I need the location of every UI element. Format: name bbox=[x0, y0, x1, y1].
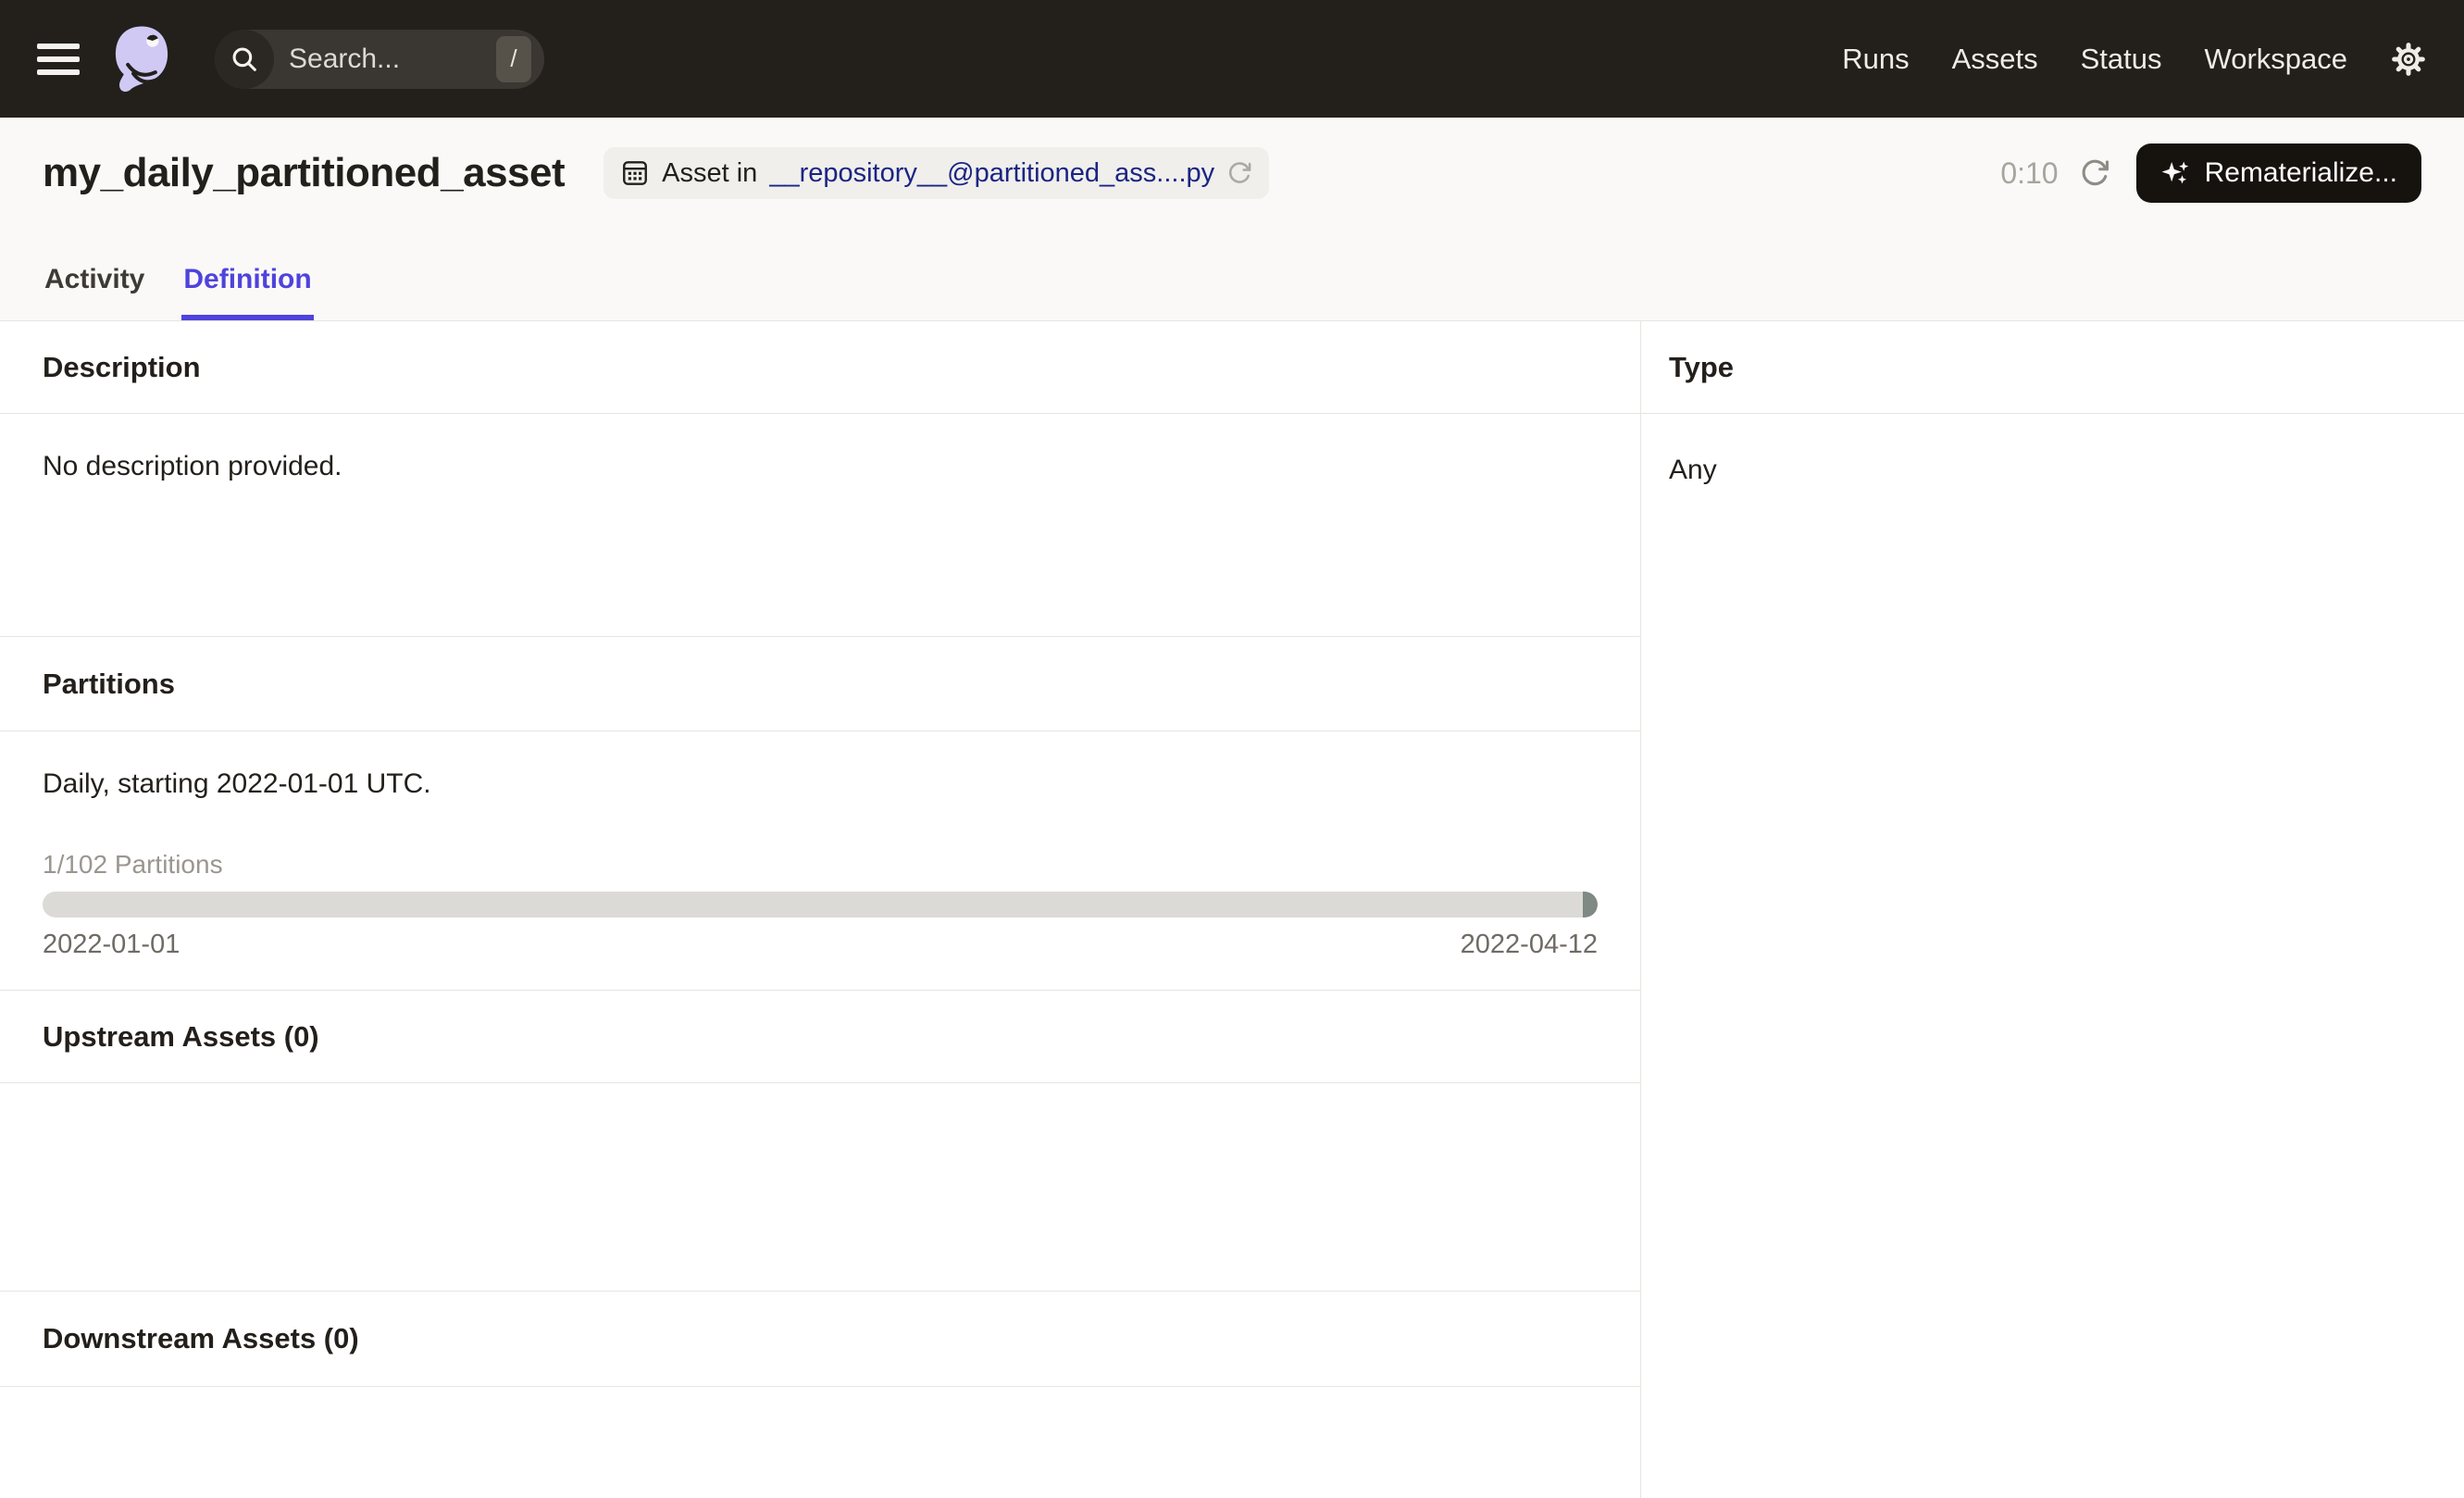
type-column: Type Any bbox=[1641, 321, 2464, 1498]
main-column: Description No description provided. Par… bbox=[0, 321, 1641, 1498]
rematerialize-label: Rematerialize... bbox=[2205, 157, 2397, 189]
repo-grid-icon bbox=[620, 158, 650, 188]
partitions-count-label: 1/102 Partitions bbox=[43, 850, 1598, 880]
tab-definition[interactable]: Definition bbox=[181, 263, 313, 320]
top-nav: / Runs Assets Status Workspace bbox=[0, 0, 2464, 118]
asset-badge-prefix: Asset in bbox=[662, 158, 757, 189]
reload-location-icon[interactable] bbox=[1226, 160, 1252, 186]
partitions-summary: Daily, starting 2022-01-01 UTC. bbox=[43, 731, 1598, 800]
sparkles-icon bbox=[2160, 157, 2192, 189]
type-heading: Type bbox=[1641, 321, 2464, 414]
search-icon bbox=[215, 30, 274, 89]
downstream-assets-heading: Downstream Assets (0) bbox=[0, 1292, 1640, 1387]
tab-activity[interactable]: Activity bbox=[43, 263, 146, 320]
rematerialize-button[interactable]: Rematerialize... bbox=[2136, 144, 2421, 203]
asset-location-badge: Asset in __repository__@partitioned_ass.… bbox=[604, 147, 1269, 199]
top-nav-links: Runs Assets Status Workspace bbox=[1842, 43, 2347, 76]
code-location-link[interactable]: __repository__@partitioned_ass....py bbox=[769, 158, 1214, 189]
type-value: Any bbox=[1641, 414, 2464, 527]
partition-health-bar bbox=[43, 892, 1598, 918]
description-heading: Description bbox=[0, 321, 1640, 414]
nav-link-status[interactable]: Status bbox=[2081, 43, 2162, 76]
partitions-heading: Partitions bbox=[0, 637, 1640, 731]
search-shortcut-key: / bbox=[496, 36, 531, 82]
upstream-assets-empty bbox=[0, 1083, 1640, 1292]
page-title: my_daily_partitioned_asset bbox=[43, 150, 565, 196]
dagster-logo-icon bbox=[107, 22, 176, 96]
refresh-countdown: 0:10 bbox=[2000, 156, 2058, 191]
partition-end-date: 2022-04-12 bbox=[1461, 930, 1598, 960]
tab-bar: Activity Definition bbox=[0, 263, 2464, 320]
nav-link-workspace[interactable]: Workspace bbox=[2205, 43, 2348, 76]
asset-page-header: my_daily_partitioned_asset Asset in __re… bbox=[0, 118, 2464, 321]
partitions-section: Daily, starting 2022-01-01 UTC. 1/102 Pa… bbox=[0, 731, 1640, 991]
partition-start-date: 2022-01-01 bbox=[43, 930, 180, 960]
hamburger-menu-icon[interactable] bbox=[37, 44, 80, 75]
nav-link-assets[interactable]: Assets bbox=[1952, 43, 2038, 76]
refresh-icon[interactable] bbox=[2079, 157, 2110, 189]
nav-link-runs[interactable]: Runs bbox=[1842, 43, 1909, 76]
description-text: No description provided. bbox=[0, 414, 1640, 637]
definition-content: Description No description provided. Par… bbox=[0, 321, 2464, 1498]
partition-progress-filled bbox=[1583, 892, 1598, 918]
search-box: / bbox=[215, 30, 544, 89]
downstream-assets-empty bbox=[0, 1387, 1640, 1498]
search-input[interactable] bbox=[274, 44, 496, 75]
gear-icon[interactable] bbox=[2390, 41, 2427, 78]
upstream-assets-heading: Upstream Assets (0) bbox=[0, 991, 1640, 1083]
